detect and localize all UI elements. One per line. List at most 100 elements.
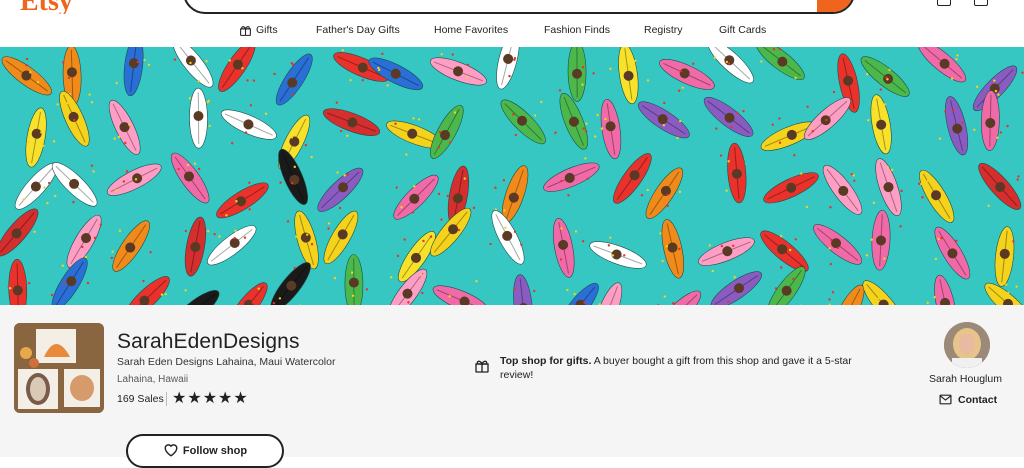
paint-dot <box>853 180 855 182</box>
paint-dot <box>1007 292 1009 294</box>
paint-dot <box>594 135 596 137</box>
paint-dot <box>116 82 118 84</box>
sales-count[interactable]: 169 Sales <box>117 392 164 406</box>
nav-item-home-favorites[interactable]: Home Favorites <box>434 18 508 42</box>
paint-dot <box>582 240 584 242</box>
paint-dot <box>581 83 583 85</box>
nav-item-gift-cards[interactable]: Gift Cards <box>719 18 766 42</box>
paint-dot <box>48 182 50 184</box>
owner-name[interactable]: Sarah Houglum <box>929 373 1002 385</box>
paint-dot <box>287 146 289 148</box>
paint-dot <box>939 138 941 140</box>
paint-dot <box>566 289 568 291</box>
paint-dot <box>194 163 196 165</box>
paint-dot <box>452 53 454 55</box>
paint-dot <box>921 196 923 198</box>
paint-dot <box>464 177 466 179</box>
paint-dot <box>679 120 681 122</box>
paint-dot <box>955 240 957 242</box>
paint-dot <box>918 183 920 185</box>
category-nav: Gifts Father's Day Gifts Home Favorites … <box>0 18 1024 44</box>
paint-dot <box>81 246 83 248</box>
paint-dot <box>956 54 958 56</box>
shop-tagline: Sarah Eden Designs Lahaina, Maui Waterco… <box>117 356 335 368</box>
paint-dot <box>397 255 399 257</box>
paint-dot <box>100 224 102 226</box>
paint-dot <box>734 276 736 278</box>
paint-dot <box>900 190 902 192</box>
contact-button[interactable]: Contact <box>939 393 997 407</box>
paint-dot <box>123 180 125 182</box>
nav-item-fashion-finds[interactable]: Fashion Finds <box>544 18 610 42</box>
nav-item-gifts[interactable]: Gifts <box>239 18 278 42</box>
paint-dot <box>245 131 247 133</box>
mail-icon <box>939 394 952 405</box>
paint-dot <box>771 201 773 203</box>
paint-dot <box>727 160 729 162</box>
paint-dot <box>920 183 922 185</box>
search-button[interactable] <box>817 0 853 14</box>
paint-dot <box>1017 175 1019 177</box>
paint-dot <box>279 181 281 183</box>
paint-dot <box>540 101 542 103</box>
paint-dot <box>513 288 515 290</box>
shop-icon-image[interactable] <box>14 323 104 413</box>
rating-stars[interactable]: ★★★★★ <box>172 390 249 408</box>
paint-dot <box>951 77 953 79</box>
paint-dot <box>678 248 680 250</box>
paint-dot <box>806 106 808 108</box>
paint-dot <box>676 137 678 139</box>
paint-dot <box>891 169 893 171</box>
paint-dot <box>666 205 668 207</box>
paint-dot <box>351 271 353 273</box>
paint-dot <box>554 132 556 134</box>
nav-item-fathers-day-gifts[interactable]: Father's Day Gifts <box>316 18 400 42</box>
search-bar[interactable] <box>183 0 855 14</box>
paint-dot <box>28 282 30 284</box>
paint-dot <box>795 238 797 240</box>
paint-dot <box>1006 125 1008 127</box>
paint-dot <box>22 199 24 201</box>
paint-dot <box>208 100 210 102</box>
nav-item-registry[interactable]: Registry <box>644 18 683 42</box>
paint-dot <box>265 113 267 115</box>
follow-shop-button[interactable]: Follow shop <box>126 434 284 468</box>
paint-dot <box>421 292 423 294</box>
paint-dot <box>366 288 368 290</box>
cart-icon[interactable] <box>974 0 988 6</box>
paint-dot <box>42 145 44 147</box>
paint-dot <box>248 182 250 184</box>
paint-dot <box>37 81 39 83</box>
etsy-logo[interactable]: Etsy <box>20 0 73 14</box>
paint-dot <box>641 168 643 170</box>
shop-name: SarahEdenDesigns <box>117 330 300 354</box>
owner-avatar[interactable] <box>944 322 990 368</box>
paint-dot <box>446 195 448 197</box>
paint-dot <box>91 101 93 103</box>
paint-dot <box>867 119 869 121</box>
paint-dot <box>63 282 65 284</box>
paint-dot <box>336 101 338 103</box>
paint-dot <box>608 244 610 246</box>
paint-dot <box>520 244 522 246</box>
paint-dot <box>294 166 296 168</box>
shop-banner <box>0 47 1024 305</box>
paint-dot <box>88 93 90 95</box>
paint-dot <box>62 61 64 63</box>
paint-dot <box>504 227 506 229</box>
paint-dot <box>395 186 397 188</box>
paint-dot <box>441 53 443 55</box>
paint-dot <box>775 287 777 289</box>
paint-dot <box>189 97 191 99</box>
paint-dot <box>878 297 880 299</box>
paint-dot <box>604 118 606 120</box>
paint-dot <box>830 239 832 241</box>
paint-dot <box>794 77 796 79</box>
paint-dot <box>43 186 45 188</box>
paint-dot <box>852 174 854 176</box>
paint-dot <box>840 68 842 70</box>
paint-dot <box>584 157 586 159</box>
paint-dot <box>852 93 854 95</box>
gift-card-icon[interactable] <box>937 0 951 6</box>
paint-dot <box>29 71 31 73</box>
